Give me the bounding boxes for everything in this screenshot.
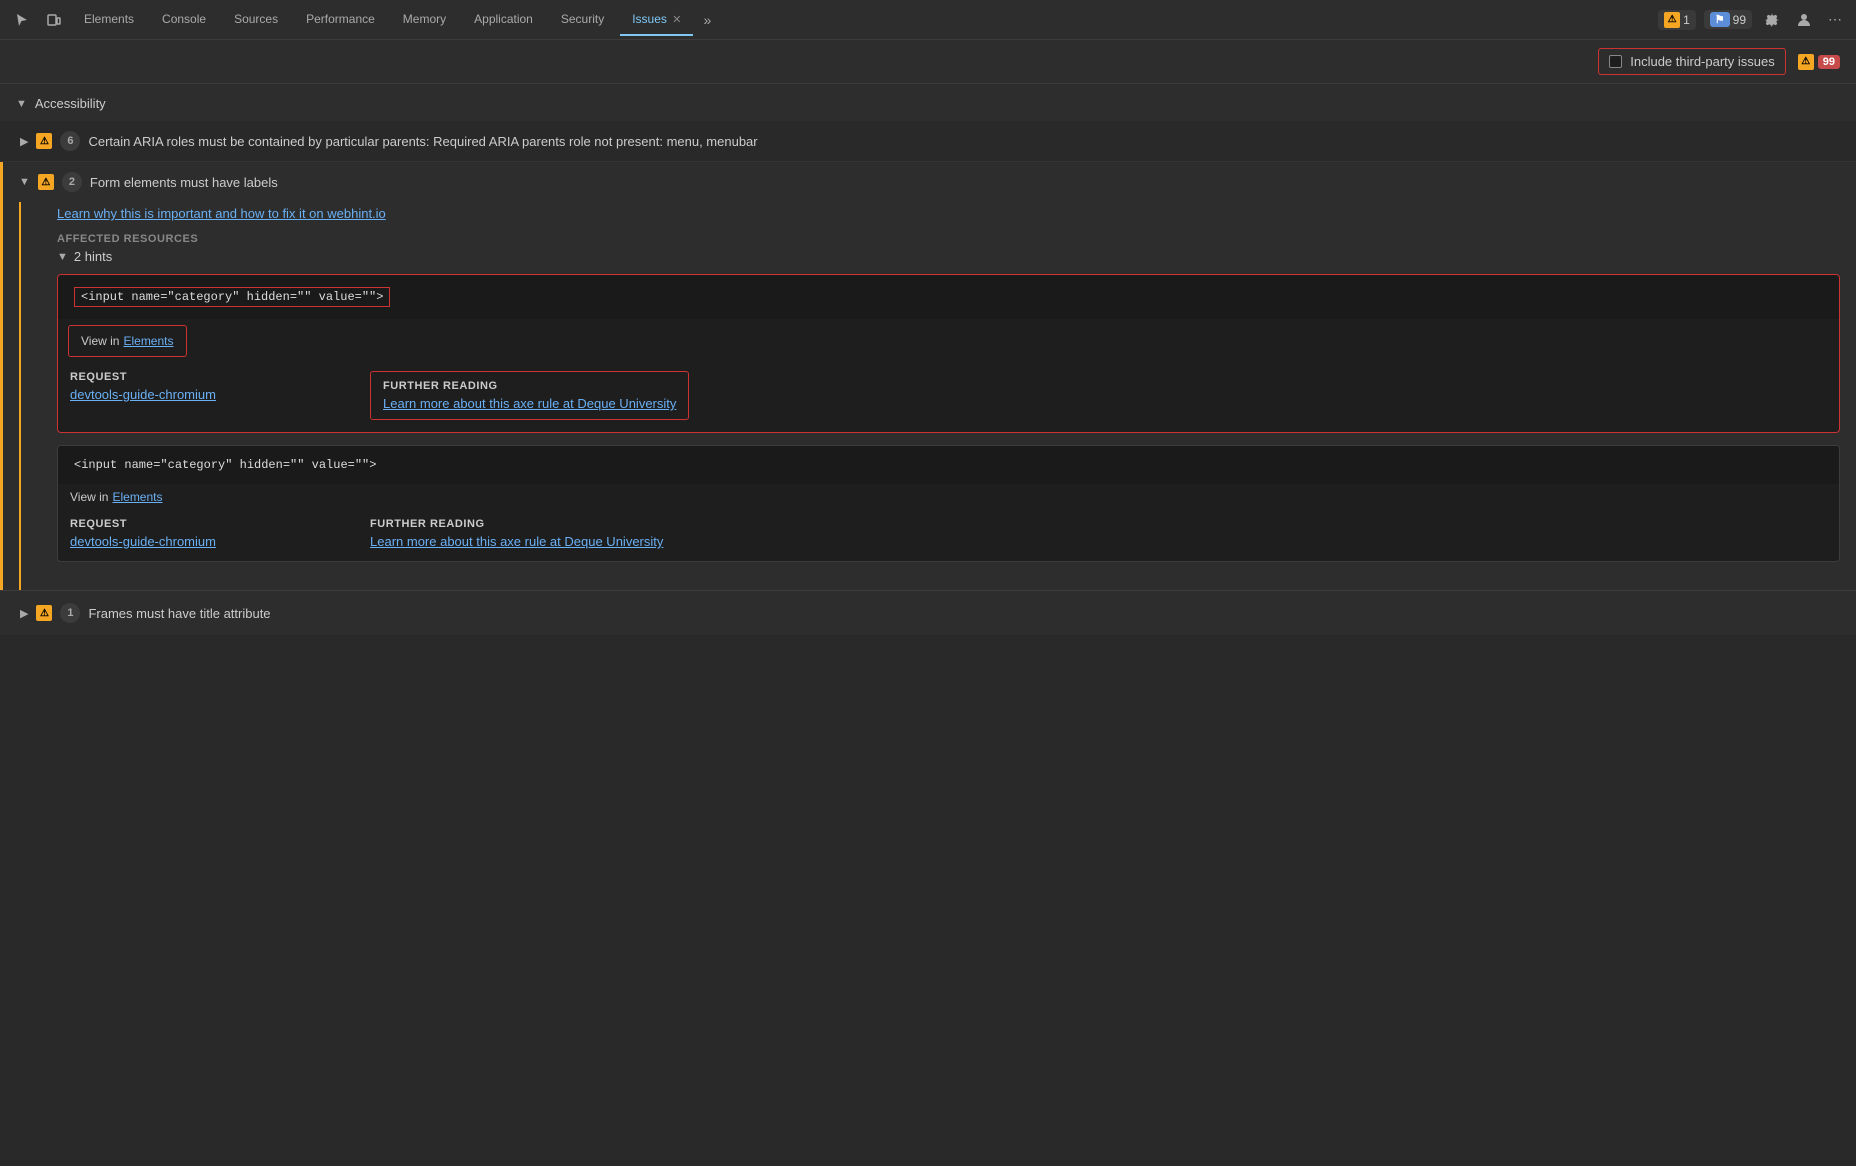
further-reading-box-1: FURTHER READING Learn more about this ax… <box>370 371 689 420</box>
form-labels-text: Form elements must have labels <box>90 175 278 190</box>
warning-badge: ⚠ 1 <box>1658 10 1696 30</box>
accessibility-section-header: ▼ Accessibility <box>0 84 1856 121</box>
frames-chevron[interactable]: ▶ <box>20 607 28 620</box>
view-in-label-1: View in <box>81 334 119 348</box>
form-labels-expanded-content: Learn why this is important and how to f… <box>21 202 1856 590</box>
tab-sources[interactable]: Sources <box>222 4 290 36</box>
code-highlighted-1: <input name="category" hidden="" value="… <box>74 287 390 307</box>
flag-badge: ⚑ 99 <box>1704 10 1752 29</box>
further-section-2: FURTHER READING Learn more about this ax… <box>370 518 663 549</box>
view-in-elements-link-2[interactable]: Elements <box>112 490 162 504</box>
hint-code-2: <input name="category" hidden="" value="… <box>58 446 1839 484</box>
third-party-flag-count: 99 <box>1818 55 1840 69</box>
accessibility-chevron[interactable]: ▼ <box>16 98 27 110</box>
further-link-2[interactable]: Learn more about this axe rule at Deque … <box>370 534 663 549</box>
aria-roles-count: 6 <box>60 131 80 151</box>
frames-count: 1 <box>60 603 80 623</box>
tab-issues[interactable]: Issues ✕ <box>620 4 693 36</box>
third-party-warning-icon: ⚠ <box>1798 54 1814 70</box>
frames-issue-row[interactable]: ▶ ⚠ 1 Frames must have title attribute <box>0 590 1856 635</box>
third-party-checkbox[interactable] <box>1609 55 1622 68</box>
hint-card-1-bottom: REQUEST devtools-guide-chromium FURTHER … <box>58 363 1839 432</box>
third-party-checkbox-container: Include third-party issues <box>1598 48 1786 75</box>
view-in-elements-container-2: View in Elements <box>58 484 175 510</box>
accessibility-title: Accessibility <box>35 96 106 111</box>
tab-console[interactable]: Console <box>150 4 218 36</box>
third-party-bar: Include third-party issues ⚠ 99 <box>0 40 1856 84</box>
frames-text: Frames must have title attribute <box>88 606 270 621</box>
more-options-btn[interactable]: ⋯ <box>1822 7 1848 32</box>
hint-card-2-bottom: REQUEST devtools-guide-chromium FURTHER … <box>58 510 1839 561</box>
form-labels-issue: ▼ ⚠ 2 Form elements must have labels Lea… <box>0 162 1856 590</box>
hint-card-2: <input name="category" hidden="" value="… <box>57 445 1840 562</box>
view-in-elements-link-1[interactable]: Elements <box>123 334 173 348</box>
request-link-1[interactable]: devtools-guide-chromium <box>70 387 216 402</box>
tab-application[interactable]: Application <box>462 4 545 36</box>
code-2: <input name="category" hidden="" value="… <box>74 458 376 472</box>
request-section-1: REQUEST devtools-guide-chromium <box>70 371 370 402</box>
hints-chevron[interactable]: ▼ <box>57 251 68 263</box>
hint-code-1: <input name="category" hidden="" value="… <box>58 275 1839 319</box>
main-content: ▼ Accessibility ▶ ⚠ 6 Certain ARIA roles… <box>0 84 1856 1166</box>
aria-roles-text: Certain ARIA roles must be contained by … <box>88 134 757 149</box>
devtools-topbar: Elements Console Sources Performance Mem… <box>0 0 1856 40</box>
form-labels-warning-icon: ⚠ <box>38 174 54 190</box>
affected-resources-label: AFFECTED RESOURCES <box>57 233 1840 245</box>
tab-memory[interactable]: Memory <box>391 4 458 36</box>
view-in-label-2: View in <box>70 490 108 504</box>
request-link-2[interactable]: devtools-guide-chromium <box>70 534 216 549</box>
request-label-2: REQUEST <box>70 518 370 530</box>
hints-toggle[interactable]: ▼ 2 hints <box>57 249 1840 264</box>
aria-roles-warning-icon: ⚠ <box>36 133 52 149</box>
further-label-1: FURTHER READING <box>383 380 676 392</box>
form-labels-header[interactable]: ▼ ⚠ 2 Form elements must have labels <box>3 162 1856 202</box>
more-tabs-btn[interactable]: » <box>697 8 717 32</box>
cursor-icon-btn[interactable] <box>8 8 36 32</box>
aria-roles-chevron[interactable]: ▶ <box>20 135 28 148</box>
third-party-label: Include third-party issues <box>1630 54 1775 69</box>
tab-security[interactable]: Security <box>549 4 616 36</box>
user-icon-btn[interactable] <box>1790 8 1818 32</box>
settings-icon-btn[interactable] <box>1758 8 1786 32</box>
view-in-elements-container-1: View in Elements <box>68 325 187 357</box>
learn-link[interactable]: Learn why this is important and how to f… <box>57 206 386 221</box>
form-labels-body: Learn why this is important and how to f… <box>19 202 1856 590</box>
form-labels-chevron[interactable]: ▼ <box>19 176 30 188</box>
hint-card-1: <input name="category" hidden="" value="… <box>57 274 1840 433</box>
request-label-1: REQUEST <box>70 371 370 383</box>
aria-roles-issue-row[interactable]: ▶ ⚠ 6 Certain ARIA roles must be contain… <box>0 121 1856 162</box>
warning-icon: ⚠ <box>1664 12 1680 28</box>
further-label-2: FURTHER READING <box>370 518 663 530</box>
tab-performance[interactable]: Performance <box>294 4 387 36</box>
request-section-2: REQUEST devtools-guide-chromium <box>70 518 370 549</box>
tab-issues-close[interactable]: ✕ <box>672 14 681 26</box>
further-link-1[interactable]: Learn more about this axe rule at Deque … <box>383 396 676 411</box>
form-labels-count: 2 <box>62 172 82 192</box>
hints-count-label: 2 hints <box>74 249 112 264</box>
flag-icon: ⚑ <box>1710 12 1730 27</box>
tab-elements[interactable]: Elements <box>72 4 146 36</box>
device-icon-btn[interactable] <box>40 8 68 32</box>
frames-warning-icon: ⚠ <box>36 605 52 621</box>
